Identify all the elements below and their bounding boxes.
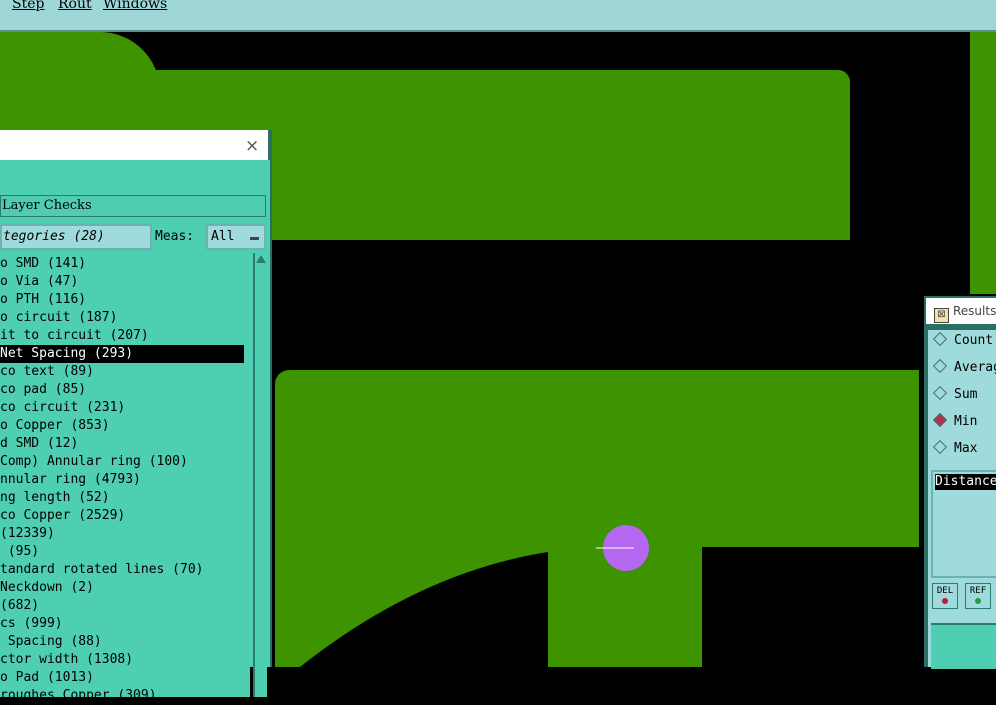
check-list-item[interactable]: Net Spacing (293) xyxy=(0,345,244,363)
green-dot-icon xyxy=(975,598,981,604)
copper-void xyxy=(300,552,548,667)
check-list-item[interactable]: roughes Copper (309) xyxy=(0,687,244,705)
stat-option-label: Max xyxy=(954,441,978,456)
stat-option-average[interactable]: Average xyxy=(928,357,996,379)
ref-button[interactable]: REF xyxy=(965,583,991,609)
stat-option-sum[interactable]: Sum xyxy=(928,384,996,406)
scroll-up-arrow-icon[interactable] xyxy=(256,255,266,263)
list-scrollbar[interactable] xyxy=(253,253,267,697)
results-title: Results xyxy=(953,304,996,318)
check-list-item[interactable]: co pad (85) xyxy=(0,381,244,399)
radio-diamond-icon xyxy=(932,385,948,401)
check-list-item[interactable]: o PTH (116) xyxy=(0,291,244,309)
check-list-item[interactable]: o Pad (1013) xyxy=(0,669,244,687)
check-list-item[interactable]: nnular ring (4793) xyxy=(0,471,244,489)
stat-option-count[interactable]: Count xyxy=(928,330,996,352)
check-list-item[interactable]: o circuit (187) xyxy=(0,309,244,327)
menu-windows[interactable]: Windows xyxy=(103,0,167,12)
stat-option-max[interactable]: Max xyxy=(928,438,996,460)
menu-rout[interactable]: Rout xyxy=(58,0,92,12)
check-list-item[interactable]: ng length (52) xyxy=(0,489,244,507)
checks-list[interactable]: o SMD (141) o Via (47) o PTH (116) o circui… xyxy=(0,253,250,703)
stat-option-label: Min xyxy=(954,414,978,429)
check-list-item[interactable]: cs (999) xyxy=(0,615,244,633)
del-button[interactable]: DEL xyxy=(932,583,958,609)
meas-select[interactable]: All xyxy=(206,224,266,250)
check-list-item[interactable]: (682) xyxy=(0,597,244,615)
panel-title-bar[interactable]: × xyxy=(0,130,268,160)
results-panel: ⊠ Results Count Average Sum Min Max Distance … xyxy=(924,296,996,669)
menu-step[interactable]: Step xyxy=(12,0,44,12)
window-icon: ⊠ xyxy=(934,308,949,323)
check-list-item[interactable]: o Via (47) xyxy=(0,273,244,291)
del-button-label: DEL xyxy=(936,586,954,596)
dropdown-icon xyxy=(250,237,259,240)
results-footer xyxy=(931,623,996,669)
check-list-item[interactable]: Spacing (88) xyxy=(0,633,244,651)
radio-diamond-icon xyxy=(932,439,948,455)
results-title-bar[interactable]: ⊠ Results xyxy=(926,298,996,324)
stat-option-min[interactable]: Min xyxy=(928,411,996,433)
results-body: Count Average Sum Min Max Distance DEL REF xyxy=(928,330,996,669)
check-list-item[interactable]: o Copper (853) xyxy=(0,417,244,435)
checks-panel: × Layer Checks tegories (28) Meas: All o… xyxy=(0,130,272,703)
meas-select-value: All xyxy=(211,229,235,244)
check-list-item[interactable]: it to circuit (207) xyxy=(0,327,244,345)
distance-column-header[interactable]: Distance xyxy=(935,474,996,490)
close-icon[interactable]: × xyxy=(245,136,259,156)
stat-option-label: Average xyxy=(954,360,996,375)
check-list-item[interactable]: tandard rotated lines (70) xyxy=(0,561,244,579)
check-list-item[interactable]: o SMD (141) xyxy=(0,255,244,273)
panel-body: Layer Checks tegories (28) Meas: All o S… xyxy=(0,160,270,703)
check-list-item[interactable]: ctor width (1308) xyxy=(0,651,244,669)
check-list-item[interactable]: co circuit (231) xyxy=(0,399,244,417)
check-list-item[interactable]: co Copper (2529) xyxy=(0,507,244,525)
menu-bar: Step Rout Windows xyxy=(0,0,996,32)
layer-checks-header[interactable]: Layer Checks xyxy=(0,195,266,217)
check-list-item[interactable]: d SMD (12) xyxy=(0,435,244,453)
check-list-item[interactable]: co text (89) xyxy=(0,363,244,381)
check-list-item[interactable]: Comp) Annular ring (100) xyxy=(0,453,244,471)
categories-field[interactable]: tegories (28) xyxy=(0,224,152,250)
check-list-item[interactable]: (12339) xyxy=(0,525,244,543)
stat-option-label: Count xyxy=(954,333,994,348)
stat-option-label: Sum xyxy=(954,387,978,402)
radio-diamond-icon xyxy=(932,412,948,428)
radio-diamond-icon xyxy=(932,331,948,347)
check-list-item[interactable]: Neckdown (2) xyxy=(0,579,244,597)
meas-label: Meas: xyxy=(155,229,195,244)
results-list[interactable]: Distance xyxy=(931,470,996,578)
check-list-item[interactable]: (95) xyxy=(0,543,244,561)
red-dot-icon xyxy=(942,598,948,604)
ref-button-label: REF xyxy=(969,586,987,596)
radio-diamond-icon xyxy=(932,358,948,374)
